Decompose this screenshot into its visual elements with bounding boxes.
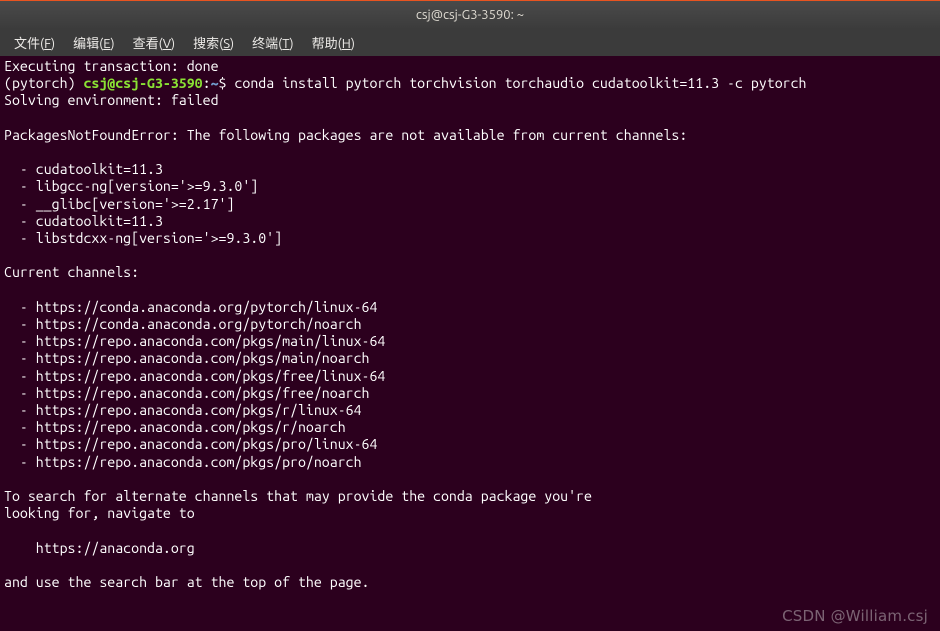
channel-item: - https://repo.anaconda.com/pkgs/main/li… bbox=[4, 333, 385, 349]
prompt-path: ~ bbox=[211, 75, 219, 91]
prompt-dollar: $ bbox=[219, 75, 235, 91]
hint-url: https://anaconda.org bbox=[4, 540, 195, 556]
terminal-line: Solving environment: failed bbox=[4, 92, 219, 108]
missing-package: - cudatoolkit=11.3 bbox=[4, 213, 163, 229]
terminal-line: Executing transaction: done bbox=[4, 58, 219, 74]
prompt-sep: : bbox=[203, 75, 211, 91]
menu-view[interactable]: 查看(V) bbox=[125, 29, 184, 56]
hint-line: looking for, navigate to bbox=[4, 505, 195, 521]
missing-package: - __glibc[version='>=2.17'] bbox=[4, 196, 234, 212]
menu-search[interactable]: 搜索(S) bbox=[185, 29, 242, 56]
missing-package: - libgcc-ng[version='>=9.3.0'] bbox=[4, 178, 258, 194]
channel-item: - https://repo.anaconda.com/pkgs/pro/noa… bbox=[4, 454, 362, 470]
channel-item: - https://repo.anaconda.com/pkgs/pro/lin… bbox=[4, 436, 377, 452]
hint-line: To search for alternate channels that ma… bbox=[4, 488, 592, 504]
channel-item: - https://repo.anaconda.com/pkgs/r/noarc… bbox=[4, 419, 346, 435]
menu-help[interactable]: 帮助(H) bbox=[304, 29, 363, 56]
channels-header: Current channels: bbox=[4, 264, 139, 280]
prompt-env: (pytorch) bbox=[4, 75, 83, 91]
channel-item: - https://conda.anaconda.org/pytorch/noa… bbox=[4, 316, 362, 332]
missing-package: - cudatoolkit=11.3 bbox=[4, 161, 163, 177]
channel-item: - https://conda.anaconda.org/pytorch/lin… bbox=[4, 299, 377, 315]
channel-item: - https://repo.anaconda.com/pkgs/free/no… bbox=[4, 385, 369, 401]
error-header: PackagesNotFoundError: The following pac… bbox=[4, 127, 687, 143]
menubar: 文件(F) 编辑(E) 查看(V) 搜索(S) 终端(T) 帮助(H) bbox=[0, 28, 940, 56]
menu-edit[interactable]: 编辑(E) bbox=[65, 29, 123, 56]
prompt-userhost: csj@csj-G3-3590 bbox=[83, 75, 202, 91]
missing-package: - libstdcxx-ng[version='>=9.3.0'] bbox=[4, 230, 282, 246]
typed-command: conda install pytorch torchvision torcha… bbox=[234, 75, 806, 91]
channel-item: - https://repo.anaconda.com/pkgs/free/li… bbox=[4, 368, 385, 384]
menu-terminal[interactable]: 终端(T) bbox=[244, 29, 301, 56]
window-titlebar: csj@csj-G3-3590: ~ bbox=[0, 0, 940, 28]
watermark: CSDN @William.csj bbox=[782, 608, 928, 625]
menu-file[interactable]: 文件(F) bbox=[6, 29, 63, 56]
channel-item: - https://repo.anaconda.com/pkgs/r/linux… bbox=[4, 402, 362, 418]
channel-item: - https://repo.anaconda.com/pkgs/main/no… bbox=[4, 350, 369, 366]
window-title: csj@csj-G3-3590: ~ bbox=[416, 8, 524, 22]
terminal-area[interactable]: Executing transaction: done (pytorch) cs… bbox=[0, 56, 940, 631]
hint-line: and use the search bar at the top of the… bbox=[4, 574, 369, 590]
